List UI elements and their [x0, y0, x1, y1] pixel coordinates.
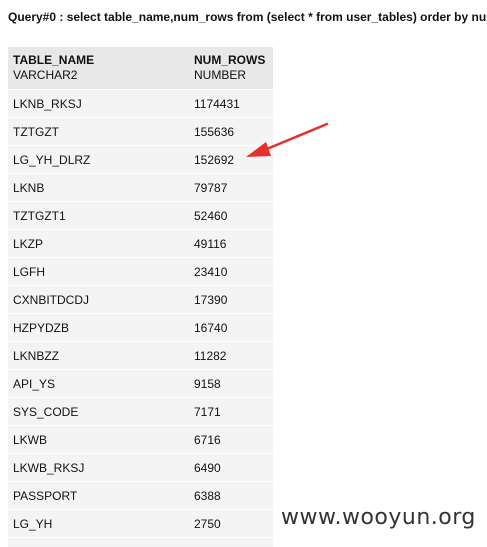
- num-rows-cell: 6490: [189, 453, 273, 482]
- table-name-cell: LGFH: [8, 257, 189, 286]
- num-rows-cell: 17390: [189, 285, 273, 314]
- column-header: TABLE_NAME VARCHAR2: [8, 47, 189, 90]
- column-name: NUM_ROWS: [194, 53, 266, 67]
- column-name: TABLE_NAME: [13, 53, 95, 67]
- table-row: LKWB 6716: [8, 425, 273, 454]
- table-row: PASSPORT 6388: [8, 481, 273, 510]
- page: Query#0 : select table_name,num_rows fro…: [0, 0, 487, 547]
- table-name-cell: LKWB_RKSJ: [8, 453, 189, 482]
- table-name-cell: CXNBITDCDJ: [8, 285, 189, 314]
- table-row: TZTGZT 155636: [8, 117, 273, 146]
- table-row: TZTGZT1 52460: [8, 201, 273, 230]
- table-name-cell: LKNB: [8, 173, 189, 202]
- num-rows-cell: 16740: [189, 313, 273, 342]
- table-row: LG_YH_DLRZ 152692: [8, 145, 273, 174]
- table-row: LGFH 23410: [8, 257, 273, 286]
- num-rows-cell: 7171: [189, 397, 273, 426]
- table-name-cell: TZTGZT1: [8, 201, 189, 230]
- column-type: VARCHAR2: [13, 68, 78, 82]
- table-row: LKNB 79787: [8, 173, 273, 202]
- table-row: LKNB_RKSJ 1174431: [8, 89, 273, 118]
- table-row: [8, 537, 273, 547]
- table-name-cell: PASSPORT: [8, 481, 189, 510]
- num-rows-cell: 152692: [189, 145, 273, 174]
- num-rows-cell: 9158: [189, 369, 273, 398]
- num-rows-cell: 52460: [189, 201, 273, 230]
- column-type: NUMBER: [194, 68, 247, 82]
- table-row: LKNBZZ 11282: [8, 341, 273, 370]
- num-rows-cell: 6716: [189, 425, 273, 454]
- table-name-cell: SYS_CODE: [8, 397, 189, 426]
- column-header: NUM_ROWS NUMBER: [189, 47, 273, 90]
- table-name-cell: HZPYDZB: [8, 313, 189, 342]
- num-rows-cell: 11282: [189, 341, 273, 370]
- table-name-cell: LKNBZZ: [8, 341, 189, 370]
- table-name-cell: LG_YH_DLRZ: [8, 145, 189, 174]
- num-rows-cell: 79787: [189, 173, 273, 202]
- query-text: Query#0 : select table_name,num_rows fro…: [8, 10, 487, 24]
- num-rows-cell: 2750: [189, 509, 273, 538]
- table-row: API_YS 9158: [8, 369, 273, 398]
- table-name-cell: [8, 537, 189, 547]
- num-rows-cell: 23410: [189, 257, 273, 286]
- result-table: TABLE_NAME VARCHAR2 NUM_ROWS NUMBER LKNB…: [8, 47, 273, 547]
- num-rows-cell: 155636: [189, 117, 273, 146]
- table-row: LKZP 49116: [8, 229, 273, 258]
- table-row: SYS_CODE 7171: [8, 397, 273, 426]
- watermark: www.wooyun.org: [281, 505, 476, 530]
- table-row: CXNBITDCDJ 17390: [8, 285, 273, 314]
- table-name-cell: LKNB_RKSJ: [8, 89, 189, 118]
- table-name-cell: API_YS: [8, 369, 189, 398]
- table-header-row: TABLE_NAME VARCHAR2 NUM_ROWS NUMBER: [8, 47, 273, 90]
- table-name-cell: LKZP: [8, 229, 189, 258]
- table-row: LKWB_RKSJ 6490: [8, 453, 273, 482]
- num-rows-cell: 6388: [189, 481, 273, 510]
- num-rows-cell: 1174431: [189, 89, 273, 118]
- table-row: LG_YH 2750: [8, 509, 273, 538]
- table-name-cell: LKWB: [8, 425, 189, 454]
- num-rows-cell: 49116: [189, 229, 273, 258]
- table-row: HZPYDZB 16740: [8, 313, 273, 342]
- table-name-cell: LG_YH: [8, 509, 189, 538]
- num-rows-cell: [189, 537, 273, 547]
- table-name-cell: TZTGZT: [8, 117, 189, 146]
